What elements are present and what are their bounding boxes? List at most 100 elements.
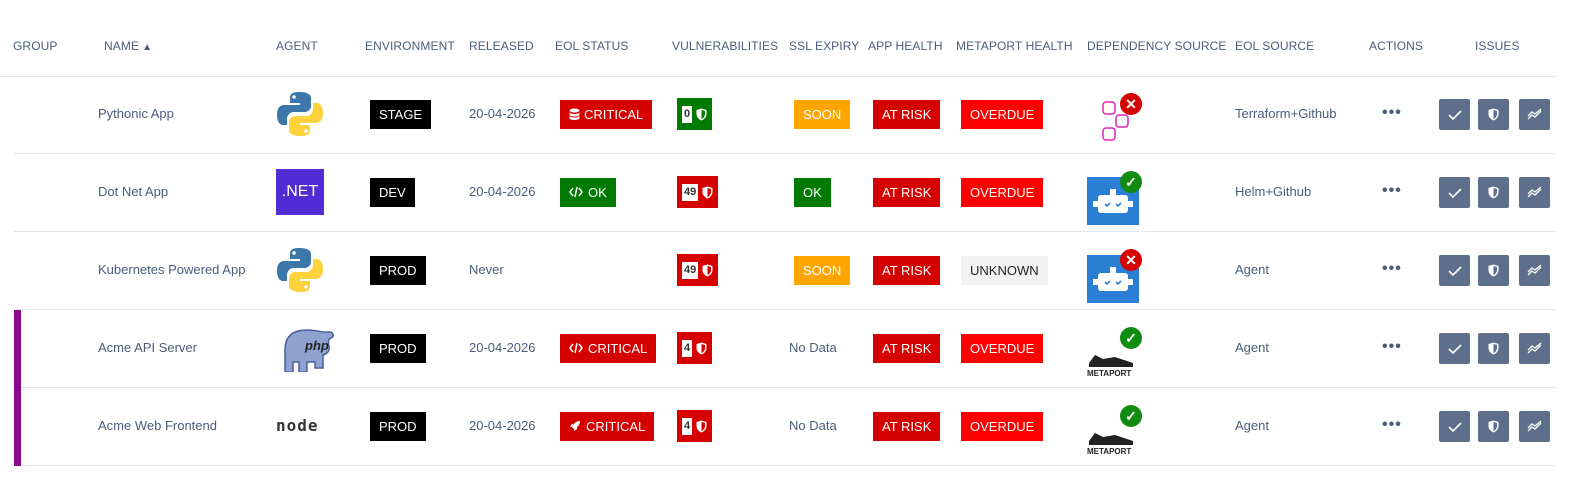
vulnerability-count: 0	[682, 105, 693, 123]
metaport-health-badge[interactable]: OVERDUE	[961, 334, 1044, 363]
php-logo-icon: php	[284, 329, 334, 372]
check-icon	[1447, 343, 1462, 354]
app-name[interactable]: Pythonic App	[98, 106, 174, 121]
app-health-badge[interactable]: AT RISK	[873, 100, 941, 129]
check-issue-button[interactable]	[1439, 333, 1470, 364]
column-vulnerabilities[interactable]: VULNERABILITIES	[672, 39, 778, 53]
group-color-bar	[14, 310, 21, 388]
dependency-source[interactable]: ✓	[1087, 171, 1142, 225]
dependency-source[interactable]: METAPORT ✓	[1087, 327, 1142, 381]
table-row[interactable]: Pythonic App STAGE 20-04-2026 CRITICAL 0…	[14, 76, 1555, 154]
vulnerabilities-badge[interactable]: 4	[677, 410, 713, 442]
eol-status-badge[interactable]: CRITICAL	[560, 100, 653, 129]
column-app-health[interactable]: APP HEALTH	[868, 39, 943, 53]
app-name[interactable]: Acme API Server	[98, 340, 197, 355]
vulnerabilities-badge[interactable]: 49	[677, 176, 719, 208]
shield-issue-button[interactable]	[1478, 177, 1509, 208]
eol-status-badge[interactable]: OK	[560, 178, 616, 207]
trend-issue-button[interactable]	[1519, 177, 1550, 208]
actions-menu[interactable]: •••	[1382, 104, 1402, 122]
dependency-source[interactable]: ✕	[1087, 249, 1142, 303]
table-row[interactable]: Kubernetes Powered App PROD Never 49 SOO…	[14, 232, 1555, 310]
app-health-badge[interactable]: AT RISK	[873, 256, 941, 285]
metaport-health-badge[interactable]: OVERDUE	[961, 178, 1044, 207]
actions-menu[interactable]: •••	[1382, 338, 1402, 356]
column-metaport-health[interactable]: METAPORT HEALTH	[956, 39, 1073, 53]
eol-status-badge[interactable]: CRITICAL	[560, 412, 655, 441]
python-logo-icon	[277, 92, 323, 136]
table-row[interactable]: Dot Net App .NET DEV 20-04-2026 OK 49 OK…	[14, 154, 1555, 232]
metaport-health-badge[interactable]: OVERDUE	[961, 412, 1044, 441]
check-icon	[1447, 187, 1462, 198]
trend-issue-button[interactable]	[1519, 99, 1550, 130]
vulnerability-count: 49	[682, 261, 699, 279]
shield-issue-button[interactable]	[1478, 333, 1509, 364]
trend-issue-button[interactable]	[1519, 333, 1550, 364]
column-eol-status[interactable]: EOL STATUS	[555, 39, 628, 53]
column-actions: ACTIONS	[1369, 39, 1424, 53]
column-agent[interactable]: AGENT	[276, 39, 318, 53]
check-issue-button[interactable]	[1439, 99, 1470, 130]
shield-icon	[702, 186, 713, 198]
check-issue-button[interactable]	[1439, 411, 1470, 442]
vulnerabilities-badge[interactable]: 4	[677, 332, 713, 364]
trend-icon	[1527, 108, 1541, 119]
eol-status-label: CRITICAL	[588, 341, 648, 356]
metaport-health-badge[interactable]: UNKNOWN	[961, 256, 1048, 285]
vulnerabilities-badge[interactable]: 49	[677, 254, 719, 286]
vulnerabilities-badge[interactable]: 0	[677, 98, 713, 130]
trend-icon	[1527, 186, 1541, 197]
vulnerability-count: 4	[682, 339, 693, 357]
ok-status-icon: ✓	[1120, 171, 1142, 193]
eol-status-label: OK	[588, 185, 607, 200]
trend-icon	[1527, 342, 1541, 353]
ssl-expiry-text: No Data	[789, 340, 837, 355]
app-health-badge[interactable]: AT RISK	[873, 412, 941, 441]
metaport-logo-icon: METAPORT	[1087, 355, 1133, 378]
eol-source: Helm+Github	[1235, 184, 1312, 199]
shield-icon	[1488, 264, 1499, 277]
shield-issue-button[interactable]	[1478, 99, 1509, 130]
dependency-source[interactable]: METAPORT ✓	[1087, 405, 1142, 459]
column-group[interactable]: GROUP	[13, 39, 58, 53]
column-ssl-expiry[interactable]: SSL EXPIRY	[789, 39, 859, 53]
actions-menu[interactable]: •••	[1382, 260, 1402, 278]
sort-icon[interactable]: ▲︎	[142, 42, 152, 53]
environment-badge: STAGE	[370, 100, 432, 129]
app-name[interactable]: Acme Web Frontend	[98, 418, 217, 433]
check-icon	[1447, 109, 1462, 120]
trend-issue-button[interactable]	[1519, 411, 1550, 442]
column-dependency-source[interactable]: DEPENDENCY SOURCE	[1087, 39, 1227, 53]
shield-icon	[696, 420, 707, 432]
error-status-icon: ✕	[1120, 249, 1142, 271]
table-row[interactable]: Acme API Server php PROD 20-04-2026 CRIT…	[14, 310, 1555, 388]
column-name[interactable]: NAME ▲︎	[104, 39, 152, 53]
check-issue-button[interactable]	[1439, 255, 1470, 286]
shield-issue-button[interactable]	[1478, 255, 1509, 286]
eol-source: Agent	[1235, 262, 1269, 277]
group-color-bar	[14, 388, 21, 466]
shield-icon	[696, 342, 707, 354]
released-date: 20-04-2026	[469, 340, 536, 355]
code-icon	[569, 342, 583, 354]
environment-badge: PROD	[370, 412, 426, 441]
trend-issue-button[interactable]	[1519, 255, 1550, 286]
eol-status-badge[interactable]: CRITICAL	[560, 334, 657, 363]
column-eol-source[interactable]: EOL SOURCE	[1235, 39, 1314, 53]
actions-menu[interactable]: •••	[1382, 182, 1402, 200]
app-name[interactable]: Kubernetes Powered App	[98, 262, 245, 277]
app-health-badge[interactable]: AT RISK	[873, 334, 941, 363]
metaport-health-badge[interactable]: OVERDUE	[961, 100, 1044, 129]
shield-icon	[1488, 342, 1499, 355]
app-name[interactable]: Dot Net App	[98, 184, 168, 199]
column-released[interactable]: RELEASED	[469, 39, 534, 53]
dependency-source[interactable]: ✕	[1087, 93, 1142, 147]
check-issue-button[interactable]	[1439, 177, 1470, 208]
shield-issue-button[interactable]	[1478, 411, 1509, 442]
shield-icon	[1488, 420, 1499, 433]
actions-menu[interactable]: •••	[1382, 416, 1402, 434]
table-row[interactable]: node Acme Web Frontend PROD 20-04-2026 C…	[14, 388, 1555, 466]
vulnerability-count: 4	[682, 417, 693, 435]
app-health-badge[interactable]: AT RISK	[873, 178, 941, 207]
column-environment[interactable]: ENVIRONMENT	[365, 39, 455, 53]
